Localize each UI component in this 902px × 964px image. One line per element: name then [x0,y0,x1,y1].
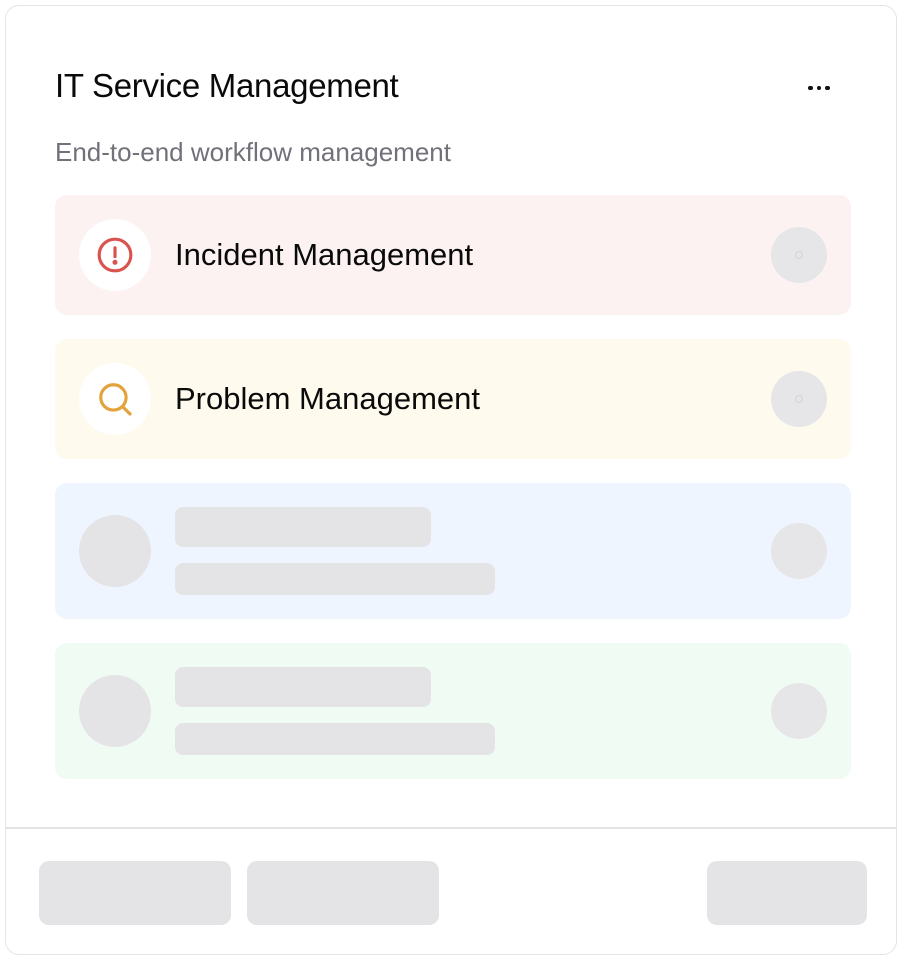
search-icon [99,383,132,416]
incident-icon-container [79,219,151,291]
card-subtitle: End-to-end workflow management [55,137,451,167]
row-action-button[interactable] [771,227,827,283]
list-item-label: Incident Management [175,237,474,272]
list-item-incident-management[interactable]: Incident Management [55,195,851,315]
problem-icon-container [79,363,151,435]
more-dot [825,85,830,91]
action-indicator-icon [795,395,803,403]
footer-button-skeleton [247,861,439,925]
footer-divider [6,827,896,829]
skeleton-title-line [175,667,431,707]
footer-button-skeleton [39,861,231,925]
list-item-skeleton [55,483,851,619]
list-item-skeleton [55,643,851,779]
skeleton-action [771,523,827,579]
skeleton-avatar [79,515,151,587]
skeleton-subtitle-line [175,563,495,595]
skeleton-avatar [79,675,151,747]
list-item-label: Problem Management [175,381,480,416]
itsm-card: IT Service Management End-to-end workflo… [5,5,897,955]
more-horizontal-icon [808,85,813,91]
skeleton-action [771,683,827,739]
skeleton-title-line [175,507,431,547]
footer-button-skeleton [707,861,867,925]
card-title: IT Service Management [55,67,399,104]
action-indicator-icon [795,251,803,259]
skeleton-subtitle-line [175,723,495,755]
list-item-problem-management[interactable]: Problem Management [55,339,851,459]
more-dot [816,85,822,91]
alert-circle-icon [97,237,133,273]
row-action-button[interactable] [771,371,827,427]
more-options-button[interactable] [799,72,839,104]
